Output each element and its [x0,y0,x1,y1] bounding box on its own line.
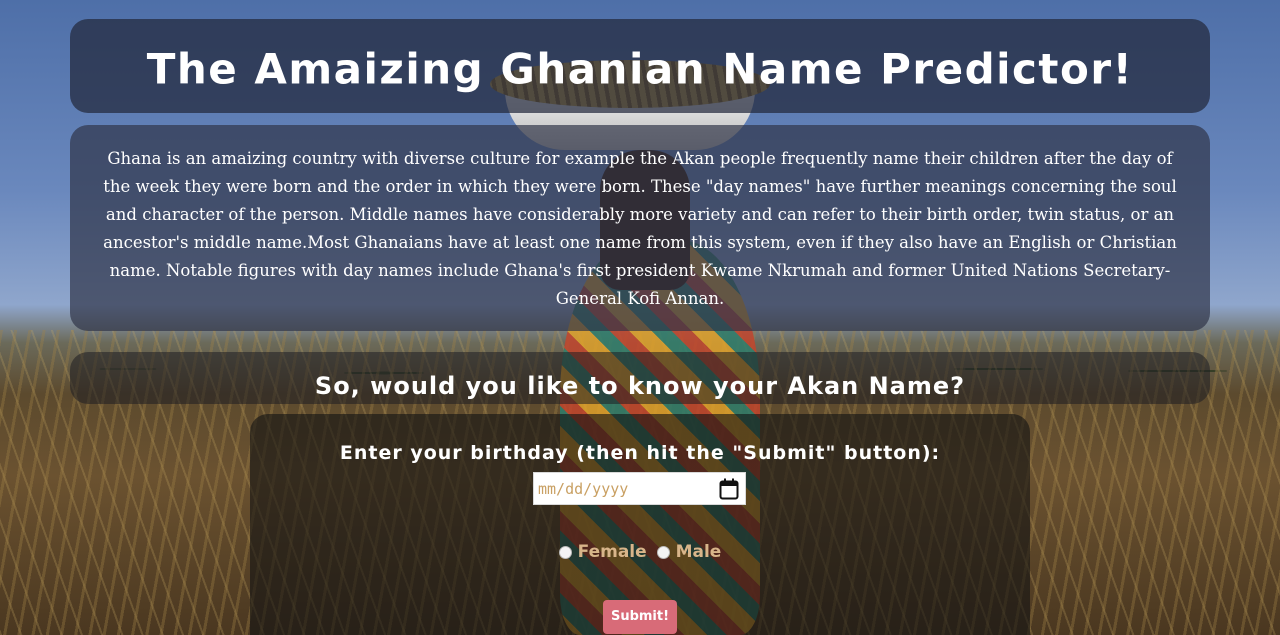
gender-option-female[interactable]: Female [558,542,647,562]
female-radio-label: Female [577,542,647,562]
question-heading: So, would you like to know your Akan Nam… [314,372,966,400]
gender-option-male[interactable]: Male [656,542,722,562]
male-radio-label: Male [675,542,722,562]
submit-button[interactable]: Submit! [603,600,677,634]
title-panel: The Amaizing Ghanian Name Predictor! [70,19,1210,113]
male-radio-button[interactable] [656,545,670,559]
intro-text: Ghana is an amaizing country with divers… [103,149,1177,308]
page-title: The Amaizing Ghanian Name Predictor! [146,44,1134,94]
date-placeholder: mm/dd/yyyy [538,480,629,498]
intro-panel: Ghana is an amaizing country with divers… [70,125,1210,331]
question-panel: So, would you like to know your Akan Nam… [70,352,1210,404]
birthday-date-input[interactable]: mm/dd/yyyy [533,472,746,505]
calendar-icon[interactable] [719,478,739,500]
birthday-label: Enter your birthday (then hit the "Submi… [339,442,941,464]
birthday-form: Enter your birthday (then hit the "Submi… [250,414,1030,635]
gender-radio-group: Female Male [250,542,1030,564]
female-radio-button[interactable] [558,545,572,559]
